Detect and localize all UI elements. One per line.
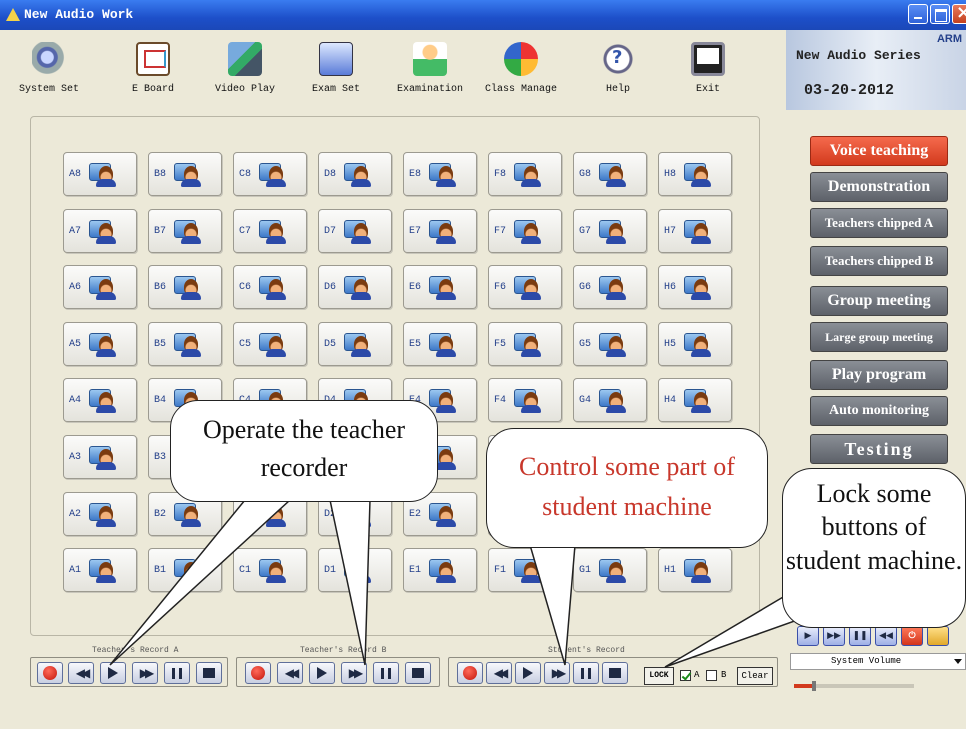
- teacher-recorder-callout: Operate the teacher recorder: [170, 400, 438, 502]
- app-window: New Audio Work System Set E Board Video …: [0, 0, 966, 729]
- lock-buttons-callout: Lock some buttons of student machine.: [782, 468, 966, 628]
- student-machine-callout: Control some part of student machine: [486, 428, 768, 548]
